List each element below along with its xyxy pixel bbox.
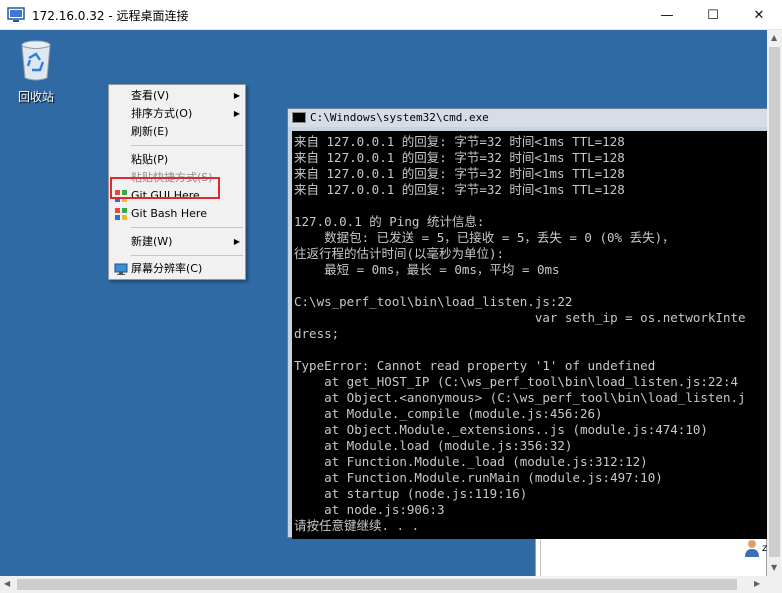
cmd-title: C:\Windows\system32\cmd.exe xyxy=(310,111,489,124)
vertical-scroll-thumb[interactable] xyxy=(769,47,780,557)
console-text: 来自 127.0.0.1 的回复: 字节=32 时间<1ms TTL=128 来自… xyxy=(294,134,746,534)
menu-item-screen-resolution[interactable]: 屏幕分辨率(C) xyxy=(110,260,244,278)
console-line: 往返行程的估计时间(以毫秒为单位): xyxy=(294,246,505,261)
scroll-right-icon[interactable]: ▶ xyxy=(754,579,760,588)
submenu-arrow-icon: ▶ xyxy=(233,109,240,118)
submenu-arrow-icon: ▶ xyxy=(233,237,240,246)
horizontal-scroll-thumb[interactable] xyxy=(17,579,737,590)
minimize-icon: — xyxy=(660,7,674,23)
console-line: at Function.Module._load (module.js:312:… xyxy=(294,454,648,469)
maximize-button[interactable]: ☐ xyxy=(690,0,736,30)
menu-item-label: 粘贴(P) xyxy=(131,153,169,166)
console-line: at Module._compile (module.js:456:26) xyxy=(294,406,603,421)
minimize-button[interactable]: — xyxy=(644,0,690,30)
menu-separator xyxy=(131,145,243,146)
menu-item-label: 新建(W) xyxy=(131,235,173,248)
paste-highlight-box xyxy=(110,177,220,199)
menu-item-paste[interactable]: 粘贴(P) xyxy=(110,151,244,169)
recycle-bin-label: 回收站 xyxy=(17,90,54,104)
cmd-title-bar[interactable]: C:\Windows\system32\cmd.exe xyxy=(288,109,767,127)
menu-item-label: Git Bash Here xyxy=(131,207,207,220)
window-title: 172.16.0.32 - 远程桌面连接 xyxy=(32,9,189,23)
console-line: 127.0.0.1 的 Ping 统计信息: xyxy=(294,214,485,229)
menu-item-view[interactable]: 查看(V) ▶ xyxy=(110,87,244,105)
console-line: 请按任意键继续. . . xyxy=(294,518,420,533)
console-output[interactable]: 来自 127.0.0.1 的回复: 字节=32 时间<1ms TTL=128 来自… xyxy=(292,131,767,539)
console-line: at Function.Module.runMain (module.js:49… xyxy=(294,470,663,485)
maximize-icon: ☐ xyxy=(707,7,719,23)
recycle-bin-icon xyxy=(21,40,51,81)
console-line: dress; xyxy=(294,326,340,341)
menu-item-label: 屏幕分辨率(C) xyxy=(131,262,203,275)
remote-desktop-icon xyxy=(7,7,25,22)
vertical-scrollbar[interactable]: ▲ ▼ xyxy=(767,30,782,576)
console-line: 来自 127.0.0.1 的回复: 字节=32 时间<1ms TTL=128 xyxy=(294,150,625,165)
console-line: C:\ws_perf_tool\bin\load_listen.js:22 xyxy=(294,294,573,309)
menu-item-git-bash-here[interactable]: Git Bash Here xyxy=(110,205,244,223)
submenu-arrow-icon: ▶ xyxy=(233,91,240,100)
menu-item-new[interactable]: 新建(W) ▶ xyxy=(110,233,244,251)
menu-item-label: 排序方式(O) xyxy=(131,107,193,120)
recycle-bin-shortcut[interactable]: 回收站 xyxy=(12,38,60,105)
console-line: at node.js:906:3 xyxy=(294,502,445,517)
console-line: at startup (node.js:119:16) xyxy=(294,486,528,501)
console-line: 来自 127.0.0.1 的回复: 字节=32 时间<1ms TTL=128 xyxy=(294,182,625,197)
console-line: at Object.Module._extensions..js (module… xyxy=(294,422,708,437)
console-line: 最短 = 0ms，最长 = 0ms，平均 = 0ms xyxy=(294,262,560,277)
console-line: 来自 127.0.0.1 的回复: 字节=32 时间<1ms TTL=128 xyxy=(294,134,625,149)
menu-item-sort-by[interactable]: 排序方式(O) ▶ xyxy=(110,105,244,123)
console-line: at Module.load (module.js:356:32) xyxy=(294,438,573,453)
cmd-window[interactable]: C:\Windows\system32\cmd.exe 来自 127.0.0.1… xyxy=(287,108,767,539)
menu-separator xyxy=(131,227,243,228)
scroll-up-icon[interactable]: ▲ xyxy=(771,33,777,42)
display-icon xyxy=(114,263,128,275)
scrollbar-corner xyxy=(767,576,782,593)
horizontal-scrollbar[interactable]: ◀ ▶ xyxy=(0,576,767,593)
console-line: var seth_ip = os.networkInte xyxy=(294,310,746,325)
console-line: 来自 127.0.0.1 的回复: 字节=32 时间<1ms TTL=128 xyxy=(294,166,625,181)
menu-item-label: 查看(V) xyxy=(131,89,170,102)
remote-desktop[interactable]: 回收站 查看(V) ▶ 排序方式(O) ▶ 刷新(E) 粘贴(P) 粘贴快捷方式… xyxy=(0,30,767,576)
console-line: at Object.<anonymous> (C:\ws_perf_tool\b… xyxy=(294,390,746,405)
console-line: 数据包: 已发送 = 5，已接收 = 5，丢失 = 0 (0% 丢失)， xyxy=(294,230,675,245)
menu-separator xyxy=(131,255,243,256)
menu-item-refresh[interactable]: 刷新(E) xyxy=(110,123,244,141)
scroll-down-icon[interactable]: ▼ xyxy=(771,563,777,572)
console-icon xyxy=(292,112,306,123)
console-line: at get_HOST_IP (C:\ws_perf_tool\bin\load… xyxy=(294,374,739,389)
rdp-title-bar[interactable]: 172.16.0.32 - 远程桌面连接 — ☐ ✕ xyxy=(0,0,782,30)
scroll-left-icon[interactable]: ◀ xyxy=(4,579,10,588)
close-button[interactable]: ✕ xyxy=(736,0,782,30)
console-line: TypeError: Cannot read property '1' of u… xyxy=(294,358,656,373)
desktop-context-menu: 查看(V) ▶ 排序方式(O) ▶ 刷新(E) 粘贴(P) 粘贴快捷方式(S) … xyxy=(108,84,246,280)
menu-item-label: 刷新(E) xyxy=(131,125,169,138)
user-icon xyxy=(745,540,759,557)
close-icon: ✕ xyxy=(753,7,765,23)
git-icon xyxy=(115,208,127,220)
